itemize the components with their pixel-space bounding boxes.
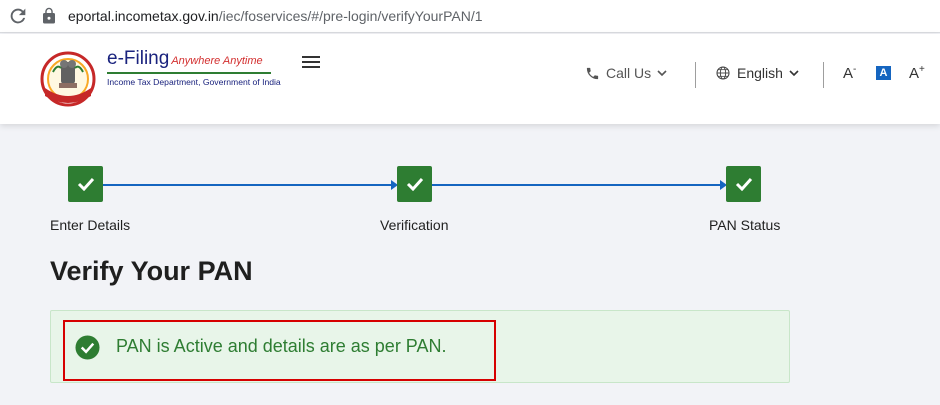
step-2-check bbox=[397, 166, 432, 202]
decrease-font-button[interactable]: A- bbox=[843, 64, 856, 82]
header-divider bbox=[823, 62, 824, 88]
step-3-check bbox=[726, 166, 761, 202]
call-us-dropdown[interactable]: Call Us bbox=[585, 65, 667, 81]
url-path: /iec/foservices/#/pre-login/verifyYourPA… bbox=[218, 8, 483, 24]
lock-icon[interactable] bbox=[40, 7, 58, 25]
step-1-label: Enter Details bbox=[50, 217, 131, 233]
increase-font-label: A bbox=[909, 65, 920, 82]
chevron-down-icon bbox=[657, 70, 667, 77]
language-dropdown[interactable]: English bbox=[715, 65, 799, 81]
logo-underline bbox=[107, 72, 271, 74]
decrease-font-label: A bbox=[843, 65, 854, 82]
increase-font-sign: + bbox=[919, 64, 925, 75]
checkmark-icon bbox=[406, 177, 423, 191]
income-tax-emblem-icon[interactable] bbox=[33, 44, 103, 114]
reload-icon[interactable] bbox=[7, 5, 29, 27]
phone-icon bbox=[586, 67, 599, 79]
logo-tagline: Anywhere Anytime bbox=[171, 55, 263, 67]
step-3-label: PAN Status bbox=[709, 217, 781, 233]
globe-icon bbox=[716, 66, 730, 80]
default-font-button[interactable]: A bbox=[876, 66, 891, 80]
url-field[interactable]: eportal.incometax.gov.in/iec/foservices/… bbox=[68, 8, 483, 24]
checkmark-icon bbox=[735, 177, 752, 191]
header-divider bbox=[695, 62, 696, 88]
browser-address-bar: eportal.incometax.gov.in/iec/foservices/… bbox=[0, 0, 940, 33]
stepper-connector bbox=[431, 184, 722, 186]
chevron-down-icon bbox=[789, 70, 799, 77]
logo-subtitle: Income Tax Department, Government of Ind… bbox=[107, 77, 281, 87]
step-1-check bbox=[68, 166, 103, 202]
decrease-font-sign: - bbox=[853, 64, 857, 75]
menu-icon[interactable] bbox=[301, 54, 321, 70]
language-label: English bbox=[737, 65, 783, 81]
logo-main-text: e-Filing bbox=[107, 48, 170, 69]
step-2-label: Verification bbox=[380, 217, 449, 233]
page-title: Verify Your PAN bbox=[50, 256, 253, 286]
call-us-label: Call Us bbox=[606, 65, 652, 81]
site-header: e-Filing Anywhere Anytime Income Tax Depa… bbox=[0, 34, 940, 124]
checkmark-icon bbox=[77, 177, 94, 191]
increase-font-button[interactable]: A+ bbox=[909, 64, 925, 82]
logo-title[interactable]: e-Filing Anywhere Anytime bbox=[107, 48, 263, 70]
url-host: eportal.incometax.gov.in bbox=[68, 8, 219, 24]
check-circle-icon bbox=[75, 335, 100, 360]
stepper-connector bbox=[102, 184, 393, 186]
alert-message: PAN is Active and details are as per PAN… bbox=[116, 336, 447, 356]
